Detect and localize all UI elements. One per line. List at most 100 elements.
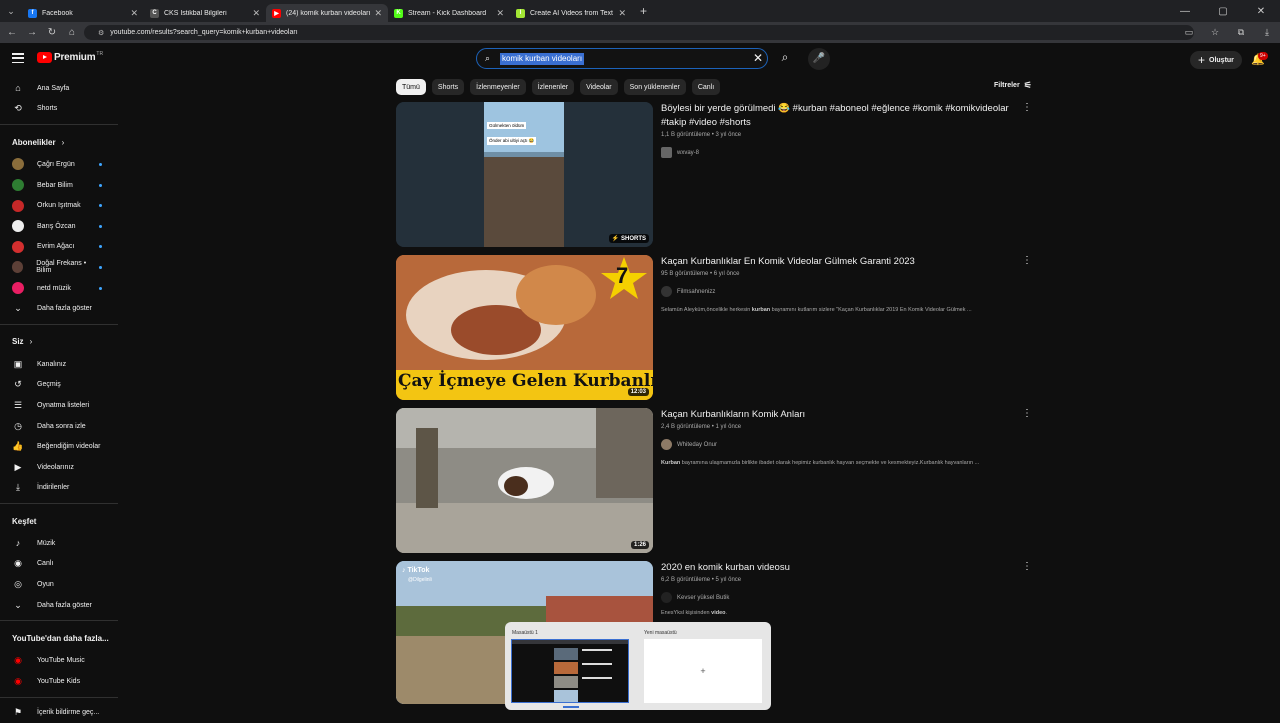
bookmark-star-icon[interactable]: ☆ xyxy=(1202,27,1228,38)
sidebar-item-playlists[interactable]: ☰ Oynatma listeleri xyxy=(0,395,118,416)
window-controls: — ▢ ✕ xyxy=(1166,0,1280,22)
more-options-icon[interactable]: ⋮ xyxy=(1022,255,1032,266)
browser-tab[interactable]: f Facebook ✕ xyxy=(22,4,144,22)
desktop-1-preview[interactable] xyxy=(511,639,629,703)
reload-icon[interactable]: ↻ xyxy=(42,27,62,38)
video-result[interactable]: 7 Çay İçmeye Gelen Kurbanlık 12:03 Kaçan… xyxy=(396,255,1036,400)
video-thumbnail[interactable]: 7 Çay İçmeye Gelen Kurbanlık 12:03 xyxy=(396,255,653,400)
channel-avatar xyxy=(661,592,672,603)
filter-chip[interactable]: Videolar xyxy=(580,79,618,95)
chevron-right-icon: › xyxy=(61,137,65,147)
home-nav-icon[interactable]: ⌂ xyxy=(62,27,82,38)
thumb-caption: Çay İçmeye Gelen Kurbanlık xyxy=(398,371,653,391)
video-result[interactable]: 1:26 Kaçan Kurbanlıkların Komik Anları 2… xyxy=(396,408,1036,553)
sidebar-item-live[interactable]: ◉ Canlı xyxy=(0,554,118,575)
browser-tab[interactable]: ▶ (24) komik kurban videoları - Yo✕ xyxy=(266,4,388,22)
channel-avatar xyxy=(661,439,672,450)
filter-chip[interactable]: İzlenmeyenler xyxy=(470,79,526,95)
new-content-dot xyxy=(99,245,102,249)
sidebar-item-history[interactable]: ↺ Geçmiş xyxy=(0,375,118,396)
sidebar-item-watch-later[interactable]: ◷ Daha sonra izle xyxy=(0,416,118,437)
sidebar-item-shorts[interactable]: ⟲ Shorts xyxy=(0,99,118,120)
sidebar-item-music[interactable]: ♪ Müzik xyxy=(0,533,118,554)
sidebar-item-subscription[interactable]: Çağrı Ergün xyxy=(0,154,118,175)
new-tab-button[interactable]: + xyxy=(640,4,647,18)
downloads-icon[interactable]: ⤓ xyxy=(1254,27,1280,38)
sidebar-item-like[interactable]: 👍 Beğendiğim videolar xyxy=(0,436,118,457)
search-input[interactable]: komik kurban videoları xyxy=(500,53,585,65)
filter-chip[interactable]: Canlı xyxy=(691,79,721,95)
search-button[interactable]: ⌕ xyxy=(776,50,794,68)
more-options-icon[interactable]: ⋮ xyxy=(1022,102,1032,113)
more-options-icon[interactable]: ⋮ xyxy=(1022,561,1032,572)
tab-close-icon[interactable]: ✕ xyxy=(374,8,382,19)
video-title[interactable]: 2020 en komik kurban videosu xyxy=(661,561,1021,575)
youtube-app-icon: ◉ xyxy=(14,675,22,686)
tab-close-icon[interactable]: ✕ xyxy=(496,8,504,19)
video-thumbnail[interactable]: 1:26 xyxy=(396,408,653,553)
explore-heading[interactable]: Keşfet xyxy=(0,509,118,533)
sidebar-item-subscription[interactable]: Evrim Ağacı xyxy=(0,237,118,258)
tab-close-icon[interactable]: ✕ xyxy=(618,8,626,19)
sidebar-item-subscription[interactable]: netd müzik xyxy=(0,278,118,299)
sidebar-item-channel[interactable]: ▣ Kanalınız xyxy=(0,354,118,375)
tab-close-icon[interactable]: ✕ xyxy=(252,8,260,19)
sidebar-item-gaming[interactable]: ◎ Oyun xyxy=(0,574,118,595)
sidebar-divider xyxy=(0,620,118,622)
menu-icon[interactable] xyxy=(12,53,24,63)
back-icon[interactable]: ← xyxy=(2,27,22,38)
filters-button[interactable]: Filtreler ⚟ xyxy=(994,80,1032,91)
sidebar-item-youtube-app[interactable]: ◉ YouTube Music xyxy=(0,650,118,671)
channel-link[interactable]: wxvay-8 xyxy=(661,147,1021,158)
sidebar-item-show-more-explore[interactable]: ⌄ Daha fazla göster xyxy=(0,595,118,616)
tab-title: (24) komik kurban videoları - Yo xyxy=(286,9,371,17)
sidebar-item-subscription[interactable]: Orkun Işıtmak xyxy=(0,195,118,216)
extensions-icon[interactable]: ⧉ xyxy=(1228,27,1254,38)
sidebar-item-subscription[interactable]: Bebar Bilim xyxy=(0,175,118,196)
channel-link[interactable]: Filmsahnenizz xyxy=(661,286,1021,297)
url-field[interactable]: ⚙ youtube.com/results?search_query=komik… xyxy=(84,25,1194,40)
sidebar-item-your-videos[interactable]: ▶ Videolarınız xyxy=(0,457,118,478)
forward-icon[interactable]: → xyxy=(22,27,42,38)
subscriptions-heading[interactable]: Abonelikler › xyxy=(0,130,118,154)
browser-tab[interactable]: K Stream - Kick Dashboard ✕ xyxy=(388,4,510,22)
minimize-icon[interactable]: — xyxy=(1166,0,1204,22)
you-heading[interactable]: Siz › xyxy=(0,330,118,354)
clear-search-icon[interactable]: ✕ xyxy=(753,51,763,65)
channel-link[interactable]: Whiteday Onur xyxy=(661,439,1021,450)
video-thumbnail[interactable]: Gülmekten öldüm Önder abi ultiyi açtı 😂 … xyxy=(396,102,653,247)
taskbar-active-indicator xyxy=(563,706,579,708)
maximize-icon[interactable]: ▢ xyxy=(1204,0,1242,22)
sidebar-item-subscription[interactable]: Doğal Frekans • Bilim xyxy=(0,257,118,278)
sidebar-item-home[interactable]: ⌂ Ana Sayfa xyxy=(0,78,118,99)
channel-avatar xyxy=(12,158,24,171)
cast-icon[interactable]: ▭ xyxy=(1176,27,1202,38)
sidebar-item-download[interactable]: ⤓ İndirilenler xyxy=(0,478,118,499)
video-result[interactable]: Gülmekten öldüm Önder abi ultiyi açtı 😂 … xyxy=(396,102,1036,247)
sidebar-item-youtube-app[interactable]: ◉ YouTube Kids xyxy=(0,671,118,692)
tab-close-icon[interactable]: ✕ xyxy=(130,8,138,19)
tab-favicon-icon: ▶ xyxy=(272,8,281,18)
channel-link[interactable]: Kevser yüksel Butik xyxy=(661,592,1021,603)
filter-chip[interactable]: Shorts xyxy=(431,79,465,95)
tab-search-icon[interactable]: ⌄ xyxy=(0,0,22,22)
create-button[interactable]: + Oluştur xyxy=(1190,51,1242,69)
filter-chip[interactable]: Son yüklenenler xyxy=(623,79,686,95)
video-title[interactable]: Kaçan Kurbanlıkların Komik Anları xyxy=(661,408,1021,422)
new-desktop-button[interactable]: + xyxy=(644,639,762,703)
close-window-icon[interactable]: ✕ xyxy=(1242,0,1280,22)
browser-tab[interactable]: I Create AI Videos from Text & In ✕ xyxy=(510,4,632,22)
sidebar-item-subscription[interactable]: Barış Özcan xyxy=(0,216,118,237)
more-from-youtube-heading[interactable]: YouTube'dan daha fazla... xyxy=(0,626,118,650)
sidebar-item-label: İçerik bildirme geç... xyxy=(37,709,100,717)
youtube-premium-logo[interactable]: Premium TR xyxy=(37,51,103,63)
site-info-icon[interactable]: ⚙ xyxy=(98,29,104,37)
voice-search-icon[interactable]: 🎤 xyxy=(808,48,830,70)
browser-tab[interactable]: C CKS İstikbal Bilgileri ✕ xyxy=(144,4,266,22)
filter-chip[interactable]: İzlenenler xyxy=(531,79,575,95)
video-title[interactable]: Böylesi bir yerde görülmedi 😂 #kurban #a… xyxy=(661,102,1021,130)
video-title[interactable]: Kaçan Kurbanlıklar En Komik Videolar Gül… xyxy=(661,255,1021,269)
more-options-icon[interactable]: ⋮ xyxy=(1022,408,1032,419)
sidebar-item-show-more[interactable]: ⌄ Daha fazla göster xyxy=(0,298,118,319)
filter-chip[interactable]: Tümü xyxy=(396,79,426,95)
